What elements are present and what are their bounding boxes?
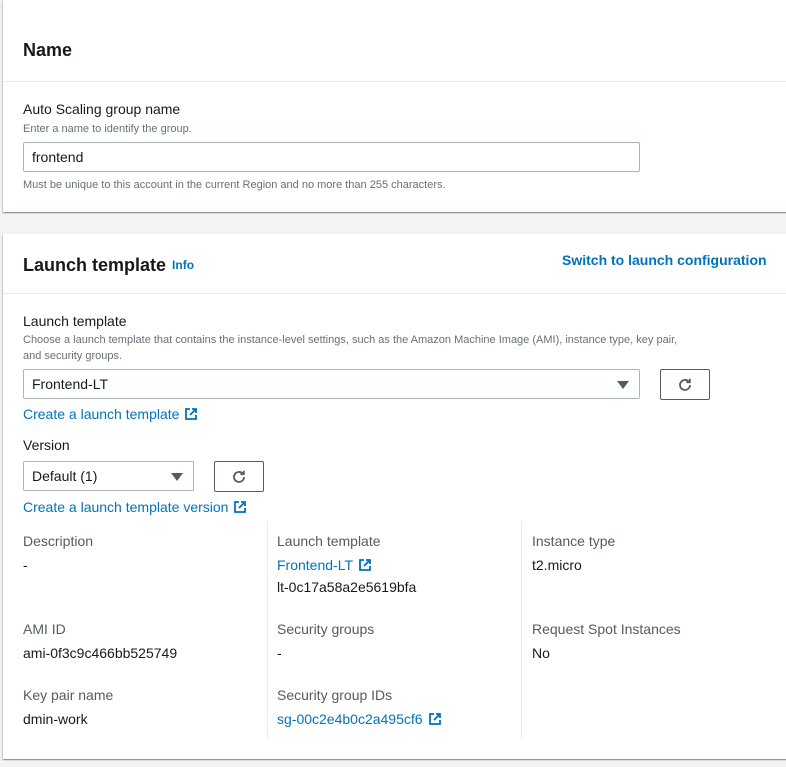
name-panel: Name Auto Scaling group name Enter a nam… — [3, 0, 786, 212]
caret-down-icon — [171, 473, 183, 481]
asg-name-input[interactable]: frontend — [23, 142, 640, 172]
security-groups-label: Security groups — [277, 621, 375, 637]
create-launch-template-text: Create a launch template — [23, 406, 180, 422]
create-launch-template-link[interactable]: Create a launch template — [23, 406, 198, 422]
ami-id-label: AMI ID — [23, 621, 66, 637]
instance-type-value: t2.micro — [532, 557, 582, 573]
description-value: - — [23, 557, 28, 573]
security-group-ids-label: Security group IDs — [277, 687, 393, 703]
key-pair-name-label: Key pair name — [23, 687, 114, 703]
name-panel-header: Name — [3, 0, 786, 82]
launch-template-id-value: lt-0c17a58a2e5619bfa — [277, 579, 417, 595]
launch-template-selected-value: Frontend-LT — [32, 376, 108, 392]
version-label: Version — [23, 437, 70, 453]
create-launch-template-version-text: Create a launch template version — [23, 499, 229, 515]
launch-template-description-line1: Choose a launch template that contains t… — [23, 334, 678, 346]
launch-template-description-line2: and security groups. — [23, 350, 123, 362]
version-select[interactable]: Default (1) — [23, 461, 194, 491]
asg-name-constraint: Must be unique to this account in the cu… — [23, 179, 446, 191]
security-groups-value: - — [277, 645, 282, 661]
launch-template-panel-header: Launch template Info Switch to launch con… — [3, 234, 786, 294]
detail-launch-template-link-text: Frontend-LT — [277, 557, 353, 573]
asg-name-description: Enter a name to identify the group. — [23, 123, 192, 135]
launch-template-title-text: Launch template — [23, 255, 167, 275]
description-label: Description — [23, 533, 94, 549]
caret-down-icon — [617, 381, 629, 389]
external-link-icon — [428, 713, 441, 725]
detail-launch-template-label: Launch template — [277, 533, 381, 549]
refresh-icon — [679, 378, 691, 391]
version-selected-value: Default (1) — [32, 468, 98, 484]
create-launch-template-version-link[interactable]: Create a launch template version — [23, 499, 247, 515]
launch-template-select[interactable]: Frontend-LT — [23, 369, 640, 399]
switch-to-launch-configuration-button[interactable]: Switch to launch configuration — [562, 252, 767, 268]
external-link-icon — [234, 501, 247, 513]
version-refresh-button[interactable] — [214, 461, 264, 492]
column-divider — [267, 521, 268, 739]
launch-template-label: Launch template — [23, 313, 127, 329]
detail-launch-template-link[interactable]: Frontend-LT — [277, 557, 372, 573]
launch-template-panel: Launch template Info Switch to launch con… — [3, 234, 786, 759]
security-group-id-link-text: sg-00c2e4b0c2a495cf6 — [277, 711, 423, 727]
external-link-icon — [359, 559, 371, 571]
name-panel-title: Name — [23, 40, 73, 60]
key-pair-name-value: dmin-work — [23, 711, 88, 727]
request-spot-instances-label: Request Spot Instances — [532, 621, 681, 637]
launch-template-title: Launch template Info — [23, 255, 194, 276]
request-spot-instances-value: No — [532, 645, 550, 661]
info-link[interactable]: Info — [172, 258, 194, 272]
refresh-icon — [233, 470, 245, 483]
instance-type-label: Instance type — [532, 533, 616, 549]
column-divider — [521, 521, 522, 739]
ami-id-value: ami-0f3c9c466bb525749 — [23, 645, 178, 661]
external-link-icon — [185, 408, 198, 420]
asg-name-label: Auto Scaling group name — [23, 101, 181, 117]
launch-template-refresh-button[interactable] — [660, 369, 710, 400]
security-group-id-link[interactable]: sg-00c2e4b0c2a495cf6 — [277, 711, 442, 727]
